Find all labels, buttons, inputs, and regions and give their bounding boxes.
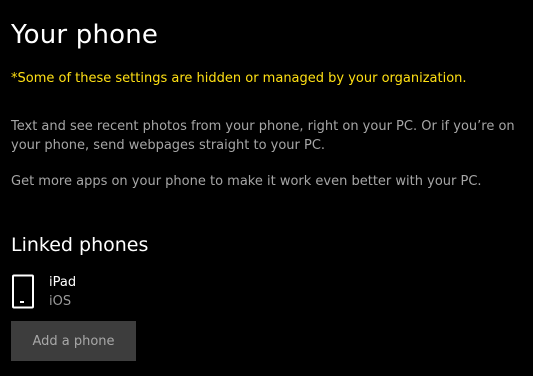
device-os: iOS bbox=[49, 294, 72, 309]
phone-icon bbox=[11, 274, 35, 310]
linked-device-row[interactable]: iPad iOS bbox=[11, 274, 311, 314]
description-text: Text and see recent photos from your pho… bbox=[11, 119, 515, 153]
add-phone-button[interactable]: Add a phone bbox=[11, 321, 136, 361]
page-title: Your phone bbox=[11, 20, 159, 50]
linked-phones-heading: Linked phones bbox=[11, 234, 149, 256]
managed-warning: *Some of these settings are hidden or ma… bbox=[11, 71, 467, 86]
description-more-apps: Get more apps on your phone to make it w… bbox=[11, 174, 482, 189]
device-name: iPad bbox=[49, 275, 77, 290]
